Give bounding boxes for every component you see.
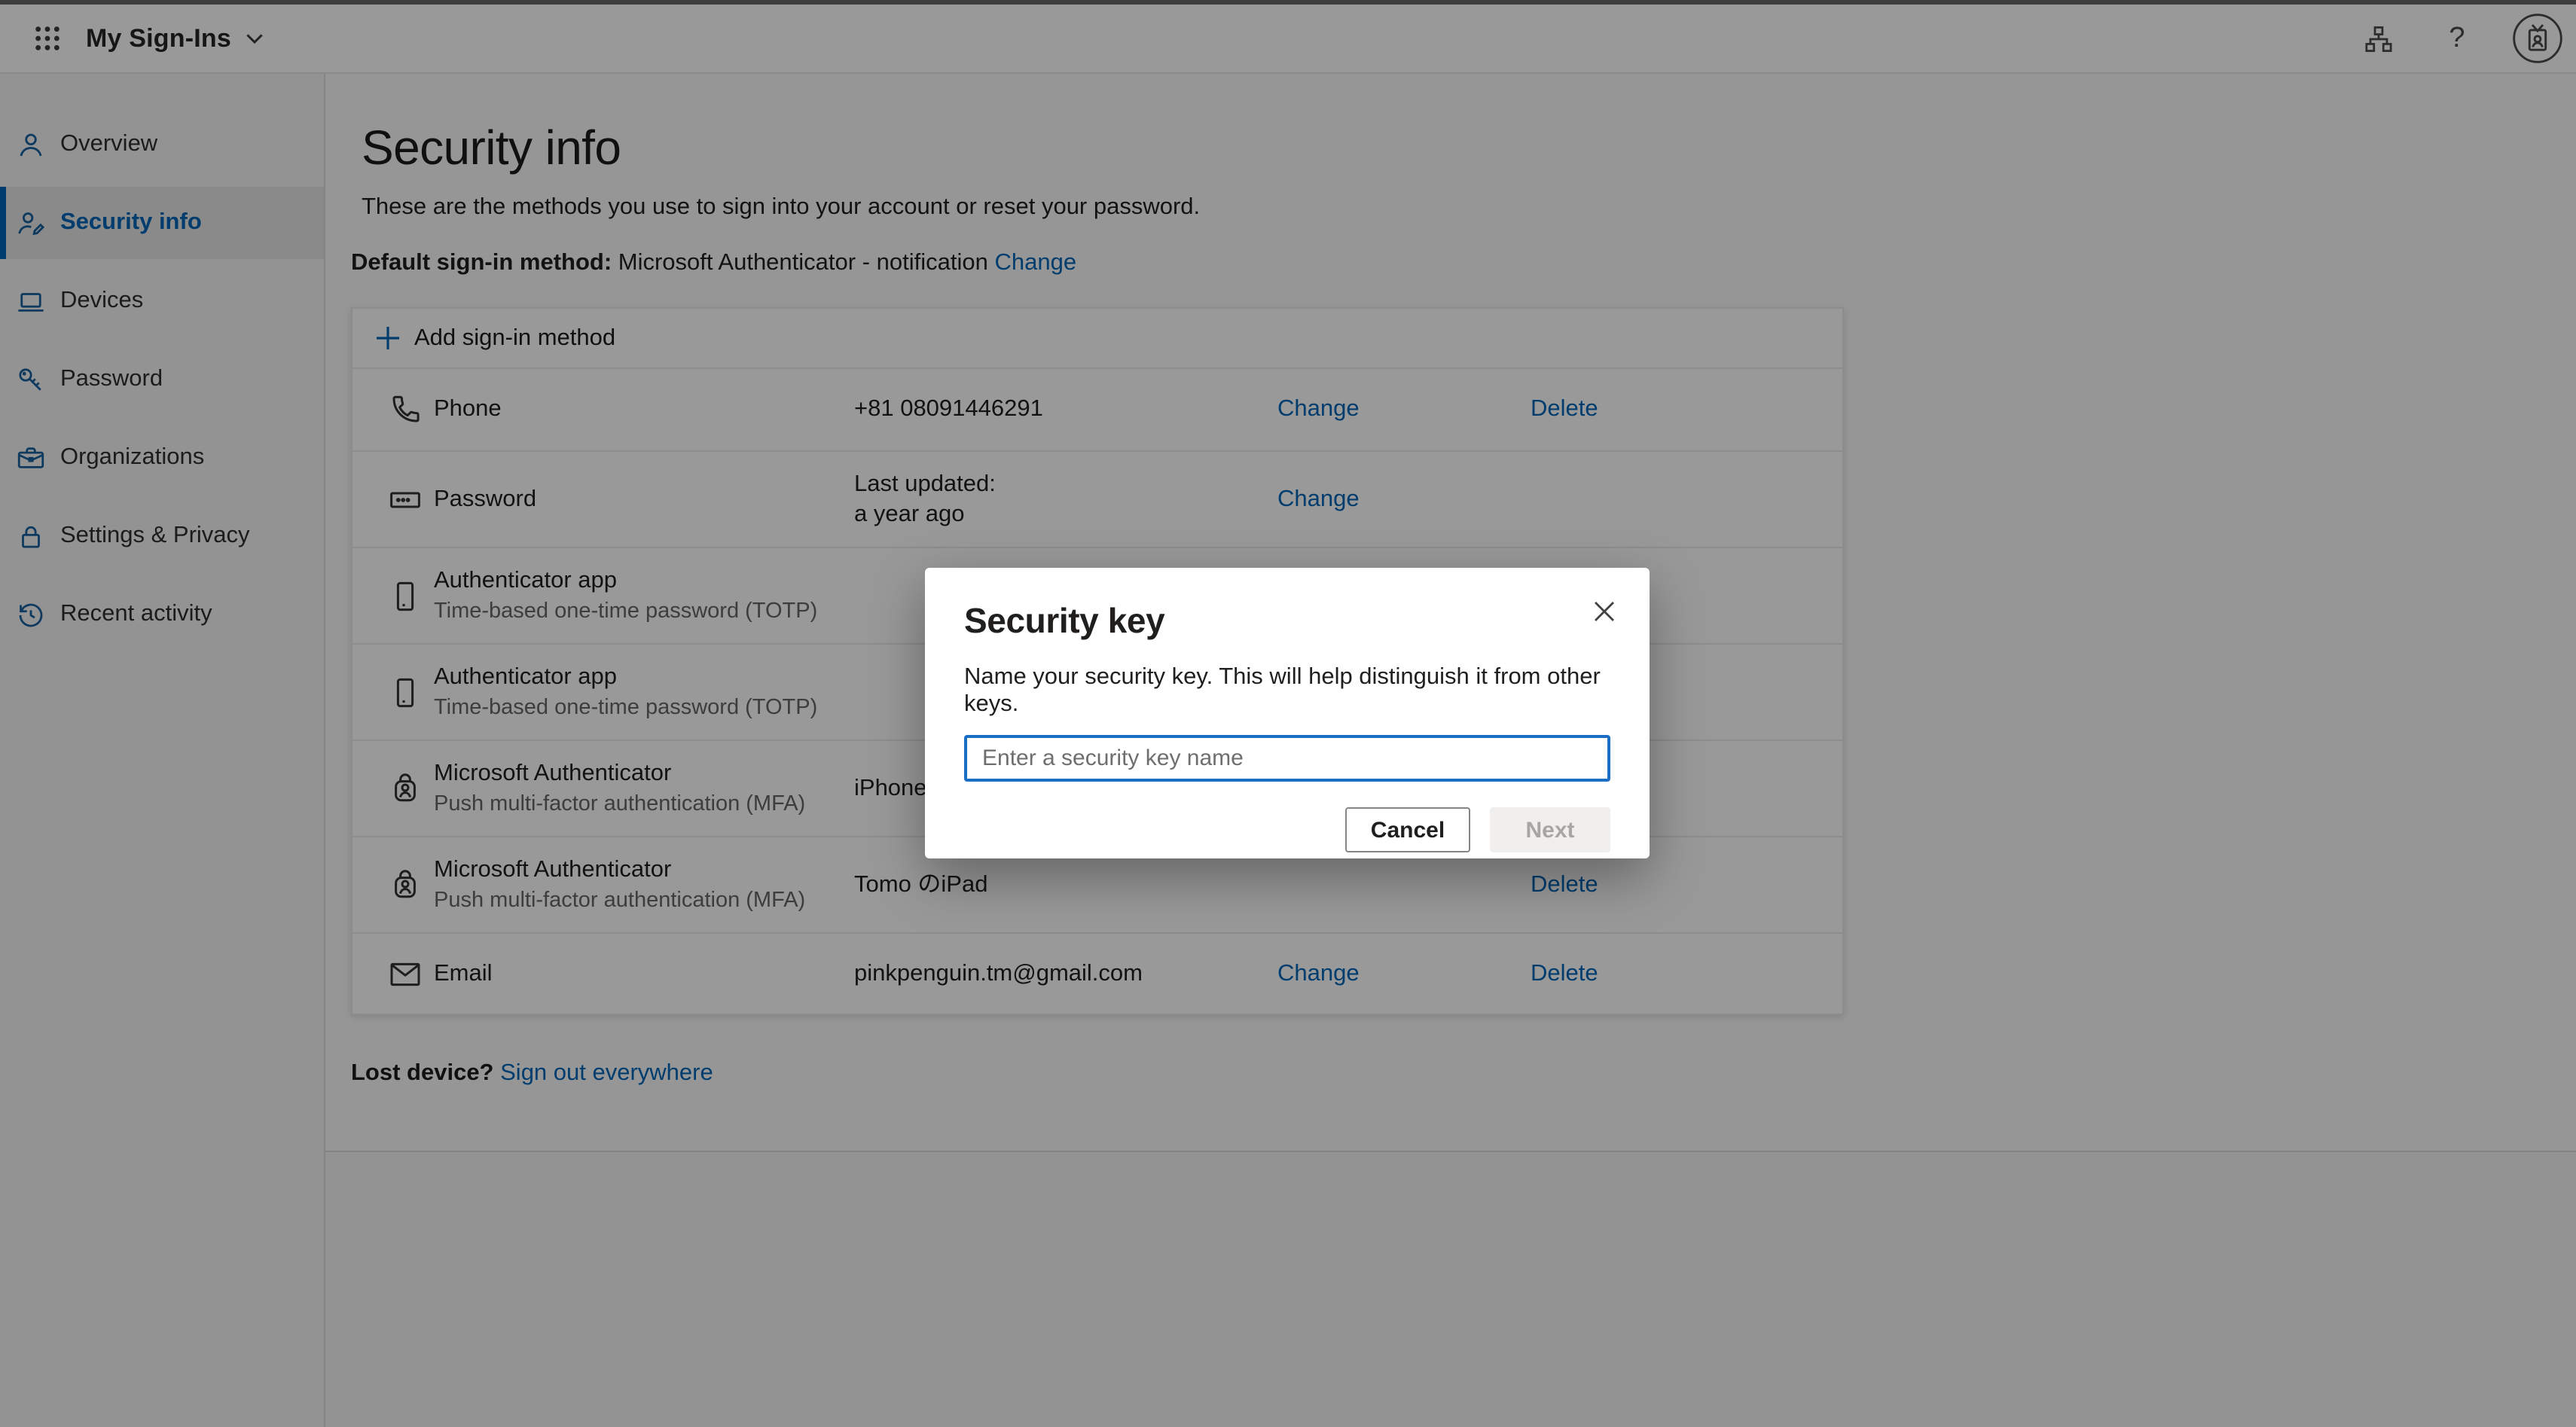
next-button[interactable]: Next bbox=[1490, 807, 1610, 852]
security-key-dialog: Security key Name your security key. Thi… bbox=[925, 568, 1650, 858]
dialog-buttons: Cancel Next bbox=[964, 807, 1610, 852]
dialog-description: Name your security key. This will help d… bbox=[964, 664, 1610, 718]
close-icon bbox=[1594, 601, 1615, 622]
cancel-button[interactable]: Cancel bbox=[1345, 807, 1470, 852]
dialog-title: Security key bbox=[964, 601, 1610, 642]
security-key-name-input[interactable] bbox=[964, 735, 1610, 782]
dialog-close-button[interactable] bbox=[1588, 595, 1621, 628]
page: My Sign-Ins ? bbox=[0, 0, 2576, 1427]
